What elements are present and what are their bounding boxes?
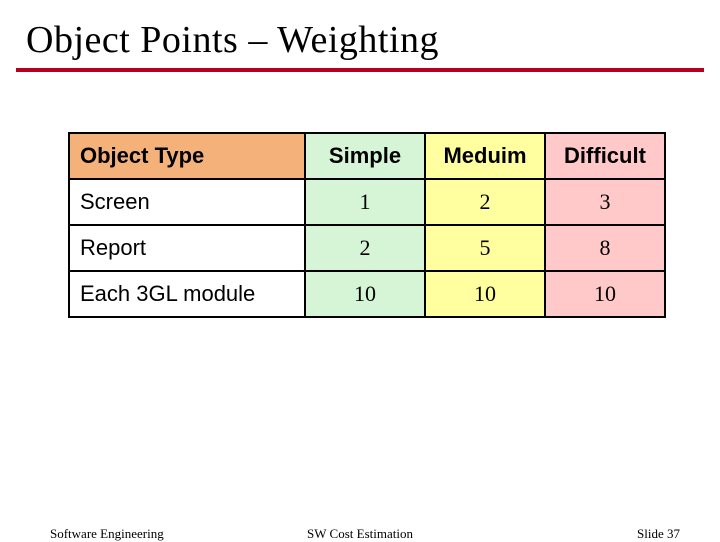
col-header-difficult: Difficult xyxy=(545,133,665,179)
slide: Object Points – Weighting Object Type Si… xyxy=(0,0,720,540)
slide-title: Object Points – Weighting xyxy=(0,0,720,68)
row-label: Report xyxy=(69,225,305,271)
row-label: Screen xyxy=(69,179,305,225)
weighting-table: Object Type Simple Meduim Difficult Scre… xyxy=(68,132,666,318)
table-row: Each 3GL module 10 10 10 xyxy=(69,271,665,317)
row-label: Each 3GL module xyxy=(69,271,305,317)
table-row: Screen 1 2 3 xyxy=(69,179,665,225)
cell-value: 2 xyxy=(305,225,425,271)
table-row: Report 2 5 8 xyxy=(69,225,665,271)
cell-value: 2 xyxy=(425,179,545,225)
col-header-simple: Simple xyxy=(305,133,425,179)
cell-value: 10 xyxy=(305,271,425,317)
cell-value: 10 xyxy=(545,271,665,317)
cell-value: 5 xyxy=(425,225,545,271)
table-header-row: Object Type Simple Meduim Difficult xyxy=(69,133,665,179)
cell-value: 8 xyxy=(545,225,665,271)
cell-value: 1 xyxy=(305,179,425,225)
weighting-table-wrap: Object Type Simple Meduim Difficult Scre… xyxy=(68,132,680,318)
cell-value: 10 xyxy=(425,271,545,317)
col-header-object-type: Object Type xyxy=(69,133,305,179)
cell-value: 3 xyxy=(545,179,665,225)
col-header-medium: Meduim xyxy=(425,133,545,179)
title-underline xyxy=(16,68,704,72)
